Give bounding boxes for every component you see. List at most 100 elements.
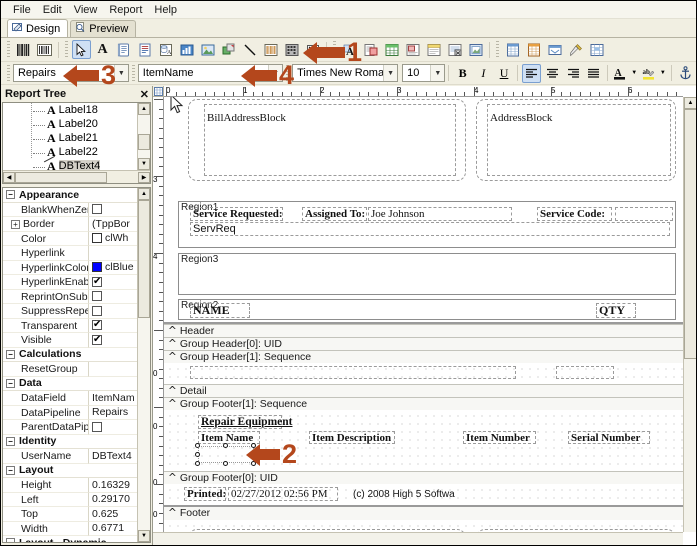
property-value[interactable] xyxy=(89,319,137,333)
band-label-group-header-0[interactable]: ^ Group Header[0]: UID xyxy=(164,337,683,350)
tab-preview[interactable]: Preview xyxy=(70,20,137,37)
scroll-down-icon[interactable]: ▼ xyxy=(138,530,150,542)
eyedropper-icon[interactable] xyxy=(566,40,585,59)
toolbar-grip[interactable] xyxy=(286,64,290,82)
property-value[interactable] xyxy=(89,362,137,377)
anchor-icon[interactable] xyxy=(676,64,695,83)
scroll-thumb[interactable] xyxy=(684,109,696,359)
scroll-right-icon[interactable]: ▶ xyxy=(138,171,150,183)
checkbox-suppressrepeated[interactable] xyxy=(92,305,102,316)
report-designer-canvas[interactable]: 0 1 2 3 4 5 6 3 4 0 0 0 0 BillAddressBlo… xyxy=(153,86,696,545)
design-horizontal-scrollbar[interactable] xyxy=(153,532,683,545)
highlight-color-dropdown-icon[interactable]: ▼ xyxy=(658,64,667,83)
property-value[interactable] xyxy=(89,290,137,304)
band-label-header[interactable]: ^ Header xyxy=(164,324,683,337)
chevron-down-icon[interactable]: ▼ xyxy=(383,65,398,81)
detail-placeholder-field-1[interactable] xyxy=(190,366,516,379)
collapse-icon[interactable]: − xyxy=(6,349,15,359)
property-value[interactable] xyxy=(89,275,137,290)
property-row[interactable]: Height 0.16329 xyxy=(3,478,137,493)
horizontal-ruler[interactable]: 0 1 2 3 4 5 6 xyxy=(164,86,683,97)
scroll-thumb[interactable] xyxy=(138,200,150,318)
label-text-icon[interactable]: A xyxy=(93,40,112,59)
property-row[interactable]: SuppressRepeated xyxy=(3,304,137,319)
name-column-header[interactable]: NAME xyxy=(190,303,250,318)
item-number-column-label[interactable]: Item Number xyxy=(463,431,536,444)
scroll-up-icon[interactable]: ▲ xyxy=(138,103,150,115)
scroll-up-icon[interactable]: ▲ xyxy=(684,97,696,109)
property-value[interactable]: 0.6771 xyxy=(89,522,137,536)
property-row[interactable]: ResetGroup xyxy=(3,362,137,377)
font-family-combo[interactable]: Times New Roman ▼ xyxy=(292,64,399,82)
detail-placeholder-field-2[interactable] xyxy=(556,366,614,379)
checkbox-transparent[interactable] xyxy=(92,319,102,332)
property-row[interactable]: Hyperlink xyxy=(3,246,137,261)
toolbar-grip[interactable] xyxy=(496,41,499,58)
chevron-down-icon[interactable]: ▼ xyxy=(430,65,445,81)
ruler-corner[interactable] xyxy=(153,86,164,97)
chevron-down-icon[interactable]: ▼ xyxy=(113,65,128,81)
selection-handle-n[interactable] xyxy=(223,443,228,448)
property-row[interactable]: UserName DBText4 xyxy=(3,449,137,464)
db-barcode-icon[interactable] xyxy=(261,40,280,59)
scroll-left-icon[interactable]: ◀ xyxy=(3,171,15,183)
property-row[interactable]: ParentDataPipeline xyxy=(3,420,137,435)
toolbar-grip[interactable] xyxy=(65,41,68,58)
serv-req-field[interactable]: ServReq xyxy=(190,222,670,236)
selection-handle-s[interactable] xyxy=(223,461,228,466)
tab-design[interactable]: Design xyxy=(7,19,69,37)
collapse-icon[interactable]: − xyxy=(6,436,15,446)
dbtext-icon[interactable]: A xyxy=(156,40,175,59)
property-value[interactable]: Repairs xyxy=(89,406,137,420)
property-value[interactable] xyxy=(89,203,137,217)
menu-item-report[interactable]: Report xyxy=(103,3,148,17)
line-icon[interactable] xyxy=(240,40,259,59)
assigned-name-field[interactable]: Joe Johnson xyxy=(368,207,512,221)
list-item[interactable]: A Label21 xyxy=(3,131,150,145)
grid-icon[interactable] xyxy=(503,40,522,59)
align-right-icon[interactable] xyxy=(564,64,583,83)
selection-handle-se[interactable] xyxy=(251,461,256,466)
menu-item-edit[interactable]: Edit xyxy=(37,3,68,17)
property-value[interactable] xyxy=(89,420,137,435)
list-item[interactable]: A Label20 xyxy=(3,117,150,131)
menu-item-help[interactable]: Help xyxy=(148,3,183,17)
property-row[interactable]: Left 0.29170 xyxy=(3,492,137,507)
checkbox-visible[interactable] xyxy=(92,333,102,347)
expand-icon[interactable]: + xyxy=(11,219,20,229)
property-value[interactable]: clWh xyxy=(89,232,137,246)
page-break-icon[interactable] xyxy=(424,40,443,59)
italic-button[interactable]: I xyxy=(474,64,493,83)
vertical-ruler[interactable]: 3 4 0 0 0 0 xyxy=(153,97,164,532)
design-surface[interactable]: Shipping Address: Bill To Address: BillA… xyxy=(164,97,683,532)
service-code-label[interactable]: Service Code: xyxy=(537,207,612,221)
property-row[interactable]: Color clWh xyxy=(3,231,137,246)
tree-vertical-scrollbar[interactable]: ▲ ▼ xyxy=(137,103,150,170)
font-size-combo[interactable]: 10 ▼ xyxy=(402,64,446,82)
property-category-calculations[interactable]: − Calculations xyxy=(3,347,137,362)
font-color-icon[interactable]: A xyxy=(612,64,628,83)
checkbox-icon[interactable] xyxy=(303,40,322,59)
window-icon[interactable] xyxy=(545,40,564,59)
property-row[interactable]: Top 0.625 xyxy=(3,507,137,522)
property-category-identity[interactable]: − Identity xyxy=(3,434,137,449)
property-value[interactable] xyxy=(89,333,137,348)
tree-horizontal-scrollbar[interactable]: ◀ ▶ xyxy=(3,170,150,183)
bill-address-block-control[interactable]: BillAddressBlock xyxy=(204,104,456,176)
collapse-icon[interactable]: − xyxy=(6,378,15,388)
property-row[interactable]: DataPipeline Repairs xyxy=(3,405,137,420)
design-vertical-scrollbar[interactable]: ▲ xyxy=(683,97,696,532)
property-category-appearance[interactable]: − Appearance xyxy=(3,188,137,203)
dbimage-icon[interactable] xyxy=(198,40,217,59)
property-value[interactable]: clBlue xyxy=(89,261,137,275)
property-value[interactable]: 0.625 xyxy=(89,507,137,522)
service-requested-label[interactable]: Service Requested: xyxy=(190,207,283,221)
scroll-thumb[interactable] xyxy=(15,171,107,183)
selection-handle-ne[interactable] xyxy=(251,443,256,448)
variable-text-icon[interactable]: A xyxy=(340,40,359,59)
underline-button[interactable]: U xyxy=(495,64,514,83)
property-row[interactable]: DataField ItemNam xyxy=(3,391,137,406)
subreport-icon[interactable] xyxy=(361,40,380,59)
band-label-group-footer-0[interactable]: ^ Group Footer[0]: UID xyxy=(164,471,683,484)
image-placeholder-icon[interactable] xyxy=(466,40,485,59)
